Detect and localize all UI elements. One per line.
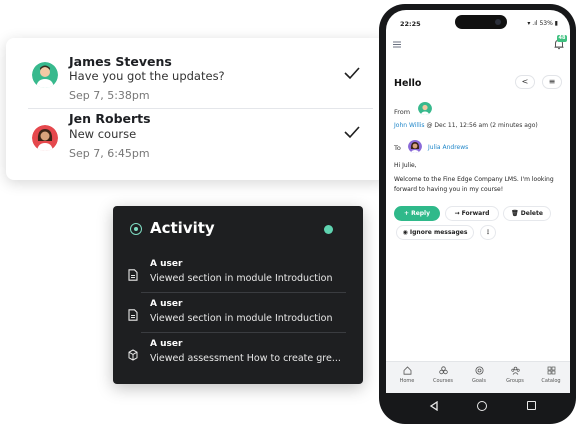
tab-home[interactable]: Home bbox=[391, 366, 423, 392]
message-greeting: Hi Julie, bbox=[394, 162, 417, 169]
to-label: To bbox=[394, 144, 401, 152]
message-item[interactable]: Jen Roberts New course Sep 7, 6:45pm bbox=[6, 109, 386, 179]
activity-user: A user bbox=[150, 259, 183, 269]
divider bbox=[141, 292, 346, 293]
tab-label: Goals bbox=[472, 378, 486, 384]
check-icon bbox=[344, 67, 360, 80]
status-indicators: ▾ .ıl 53% ▮ bbox=[527, 20, 558, 27]
tab-label: Courses bbox=[432, 378, 454, 384]
activity-description: Viewed section in module Introduction bbox=[150, 273, 333, 284]
tab-goals[interactable]: Goals bbox=[463, 366, 495, 392]
notification-badge: 48 bbox=[557, 35, 567, 42]
home-icon bbox=[403, 366, 411, 375]
activity-item[interactable]: A user Viewed assessment How to create g… bbox=[113, 336, 363, 376]
catalog-icon bbox=[547, 366, 555, 375]
phone-frame: 22:25 ▾ .ıl 53% ▮ 48 Hello < ≡ From John… bbox=[379, 4, 576, 424]
sender-name: Jen Roberts bbox=[69, 111, 151, 126]
android-nav-bar bbox=[386, 393, 570, 420]
avatar-male-icon bbox=[418, 101, 432, 115]
activity-icon bbox=[130, 223, 142, 235]
cube-icon bbox=[128, 349, 138, 361]
status-time: 22:25 bbox=[400, 20, 421, 28]
message-time: Sep 7, 5:38pm bbox=[69, 89, 150, 102]
recent-apps-icon[interactable] bbox=[527, 401, 536, 410]
ignore-messages-button[interactable]: ◉ Ignore messages bbox=[396, 225, 474, 240]
activity-item[interactable]: A user Viewed section in module Introduc… bbox=[113, 296, 363, 336]
tab-catalog[interactable]: Catalog bbox=[535, 366, 567, 392]
tab-courses[interactable]: Courses bbox=[427, 366, 459, 392]
message-body: Welcome to the Fine Edge Company LMS. I'… bbox=[394, 176, 554, 193]
activity-user: A user bbox=[150, 339, 183, 349]
avatar-female-icon bbox=[408, 139, 422, 153]
courses-icon bbox=[438, 366, 448, 375]
messages-card: James Stevens Have you got the updates? … bbox=[6, 38, 386, 180]
from-label: From bbox=[394, 108, 411, 116]
tab-label: Home bbox=[399, 378, 415, 384]
camera-notch bbox=[455, 15, 507, 29]
back-button[interactable]: < bbox=[515, 75, 535, 89]
message-time: Sep 7, 6:45pm bbox=[69, 147, 150, 160]
bottom-tab-bar: Home Courses Goals Groups Catalog bbox=[386, 361, 570, 393]
recipient-link[interactable]: Julia Andrews bbox=[428, 144, 468, 151]
document-icon bbox=[128, 269, 138, 281]
avatar-male-icon bbox=[32, 62, 58, 88]
tab-groups[interactable]: Groups bbox=[499, 366, 531, 392]
phone-screen: 22:25 ▾ .ıl 53% ▮ 48 Hello < ≡ From John… bbox=[386, 10, 570, 393]
message-preview: Have you got the updates? bbox=[69, 69, 225, 83]
goals-icon bbox=[475, 366, 483, 375]
activity-title: Activity bbox=[150, 219, 215, 237]
avatar-female-icon bbox=[32, 125, 58, 151]
message-subject: Hello bbox=[394, 78, 422, 89]
eye-off-icon: ◉ bbox=[402, 229, 410, 236]
sender-name: James Stevens bbox=[69, 54, 172, 69]
forward-button[interactable]: → Forward bbox=[445, 206, 499, 221]
delete-label: Delete bbox=[520, 210, 543, 217]
reply-button[interactable]: + Reply bbox=[394, 206, 440, 221]
sender-meta: John Willis @ Dec 11, 12:56 am (2 minute… bbox=[394, 122, 538, 129]
activity-card: Activity A user Viewed section in module… bbox=[113, 206, 363, 384]
options-button[interactable]: ≡ bbox=[542, 75, 562, 89]
divider bbox=[141, 332, 346, 333]
message-item[interactable]: James Stevens Have you got the updates? … bbox=[6, 38, 386, 108]
check-icon bbox=[344, 126, 360, 139]
activity-description: Viewed assessment How to create gre... bbox=[150, 353, 341, 364]
ignore-label: Ignore messages bbox=[409, 229, 468, 236]
sent-time: @ Dec 11, 12:56 am (2 minutes ago) bbox=[424, 122, 538, 129]
trash-icon: 🗑 bbox=[511, 210, 521, 217]
status-dot bbox=[324, 225, 333, 234]
hamburger-menu-icon[interactable] bbox=[393, 41, 401, 48]
activity-description: Viewed section in module Introduction bbox=[150, 313, 333, 324]
tab-label: Groups bbox=[506, 378, 524, 384]
activity-user: A user bbox=[150, 299, 183, 309]
tab-label: Catalog bbox=[541, 378, 561, 384]
sender-link[interactable]: John Willis bbox=[394, 122, 425, 129]
activity-item[interactable]: A user Viewed section in module Introduc… bbox=[113, 256, 363, 296]
home-circle-icon[interactable] bbox=[477, 401, 487, 411]
groups-icon bbox=[510, 366, 520, 375]
more-options-button[interactable]: ⋮ bbox=[480, 225, 496, 240]
document-icon bbox=[128, 309, 138, 321]
back-triangle-icon[interactable] bbox=[429, 401, 439, 411]
delete-button[interactable]: 🗑 Delete bbox=[503, 206, 551, 221]
message-preview: New course bbox=[69, 127, 137, 141]
